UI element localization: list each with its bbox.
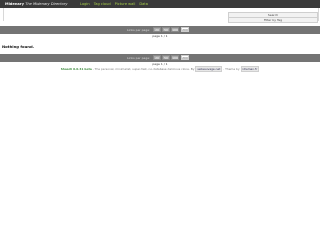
site-logo[interactable]: Midenary The Midenary Directory — [5, 1, 67, 7]
per-page-50[interactable]: 50 — [162, 27, 170, 32]
per-page-200-bottom[interactable]: 200 — [181, 55, 189, 60]
footer-text: - The personal, minimalist, super-fast, … — [92, 67, 195, 71]
filter-by-tag-button[interactable]: Filter by Tag — [228, 17, 318, 23]
pager-bar-top: Links per page: 20 50 100 200 — [0, 26, 320, 34]
links-per-page-label: Links per page: — [127, 28, 151, 32]
site-name: Midenary — [5, 2, 24, 6]
search-area: Search Filter by Tag — [3, 8, 319, 23]
page-indicator-top: page 1 / 1 — [152, 34, 168, 38]
footer-author-link[interactable]: sebsauvage.net — [195, 66, 223, 72]
footer-theme-text: . Theme by — [223, 67, 240, 71]
nav-data[interactable]: Data — [139, 1, 148, 7]
pager-bar-bottom: Links per page: 20 50 100 200 — [0, 54, 320, 62]
footer: Shaarli 0.0.41 beta - The personal, mini… — [0, 66, 320, 72]
main-nav: Login Tag cloud Picture wall Data — [80, 1, 148, 7]
nav-login[interactable]: Login — [80, 1, 90, 7]
per-page-20-bottom[interactable]: 20 — [153, 55, 161, 60]
empty-results-message: Nothing found. — [2, 44, 35, 49]
footer-brand[interactable]: Shaarli 0.0.41 beta — [61, 67, 92, 71]
nav-tag-cloud[interactable]: Tag cloud — [94, 1, 111, 7]
per-page-100[interactable]: 100 — [171, 27, 179, 32]
per-page-20[interactable]: 20 — [153, 27, 161, 32]
top-navigation-bar: Midenary The Midenary Directory Login Ta… — [0, 0, 320, 8]
page-indicator-bottom: page 1 / 1 — [152, 62, 168, 66]
links-per-page-label-bottom: Links per page: — [127, 56, 151, 60]
footer-theme-link[interactable]: idleman.fr — [240, 66, 260, 72]
nav-picture-wall[interactable]: Picture wall — [115, 1, 136, 7]
per-page-100-bottom[interactable]: 100 — [171, 55, 179, 60]
per-page-200[interactable]: 200 — [181, 27, 189, 32]
per-page-50-bottom[interactable]: 50 — [162, 55, 170, 60]
site-tagline: The Midenary Directory — [25, 2, 68, 6]
